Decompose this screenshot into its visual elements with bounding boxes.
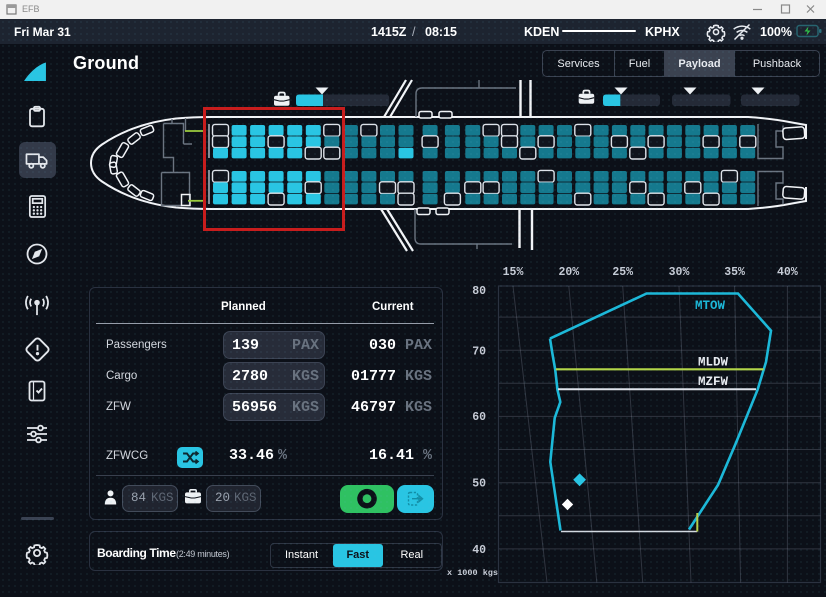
svg-text:40%: 40% [777, 266, 798, 279]
svg-text:40: 40 [472, 544, 486, 557]
svg-text:30%: 30% [669, 266, 690, 279]
svg-text:80: 80 [472, 285, 486, 298]
svg-text:60: 60 [472, 411, 486, 424]
svg-text:MZFW: MZFW [698, 375, 729, 389]
svg-text:20%: 20% [558, 266, 579, 279]
svg-text:25%: 25% [612, 266, 633, 279]
svg-text:MTOW: MTOW [695, 299, 726, 313]
svg-text:MLDW: MLDW [698, 356, 729, 370]
svg-text:50: 50 [472, 478, 486, 491]
svg-text:70: 70 [472, 345, 486, 358]
svg-text:x 1000 kgs: x 1000 kgs [447, 568, 498, 578]
svg-text:35%: 35% [724, 266, 745, 279]
svg-text:15%: 15% [503, 266, 524, 279]
